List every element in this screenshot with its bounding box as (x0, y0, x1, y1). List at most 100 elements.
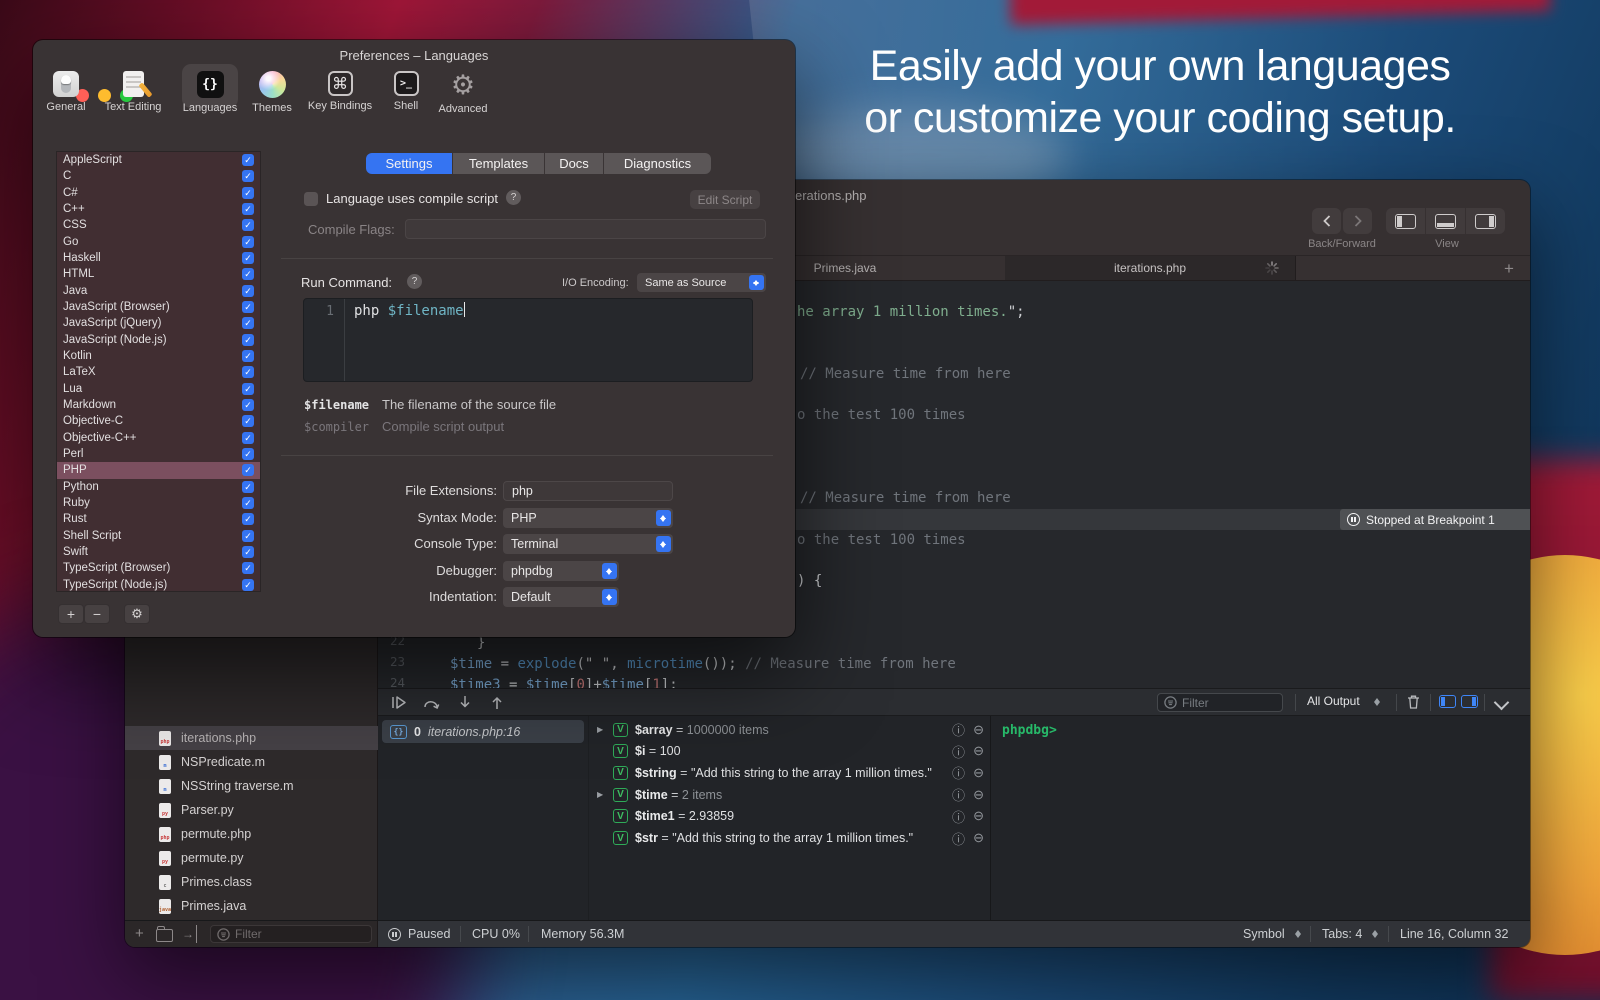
language-row[interactable]: Go✓ (57, 234, 260, 250)
variable-row[interactable]: ▶V$time = 2 itemsⓘ⊖ (589, 784, 991, 805)
info-icon[interactable]: ⓘ (952, 829, 965, 848)
new-tab-button[interactable]: + (1497, 257, 1521, 281)
language-checkbox[interactable]: ✓ (242, 334, 254, 346)
symbol-select[interactable]: Symbol (1243, 927, 1285, 941)
language-checkbox[interactable]: ✓ (242, 285, 254, 297)
info-icon[interactable]: ⓘ (952, 763, 965, 782)
help-icon[interactable]: ? (407, 274, 422, 289)
edit-script-button[interactable]: Edit Script (690, 190, 760, 209)
language-checkbox[interactable]: ✓ (242, 366, 254, 378)
language-checkbox[interactable]: ✓ (242, 252, 254, 264)
debug-console[interactable]: phpdbg> (990, 716, 1530, 920)
tab-docs[interactable]: Docs (545, 153, 603, 174)
step-into-button[interactable] (456, 694, 474, 716)
disclosure-triangle-icon[interactable]: ▶ (597, 790, 603, 799)
tab-diagnostics[interactable]: Diagnostics (604, 153, 711, 174)
remove-watch-icon[interactable]: ⊖ (973, 830, 984, 846)
language-checkbox[interactable]: ✓ (242, 219, 254, 231)
language-checkbox[interactable]: ✓ (242, 432, 254, 444)
language-row[interactable]: Haskell✓ (57, 250, 260, 266)
remove-watch-icon[interactable]: ⊖ (973, 808, 984, 824)
language-checkbox[interactable]: ✓ (242, 317, 254, 329)
language-row[interactable]: LaTeX✓ (57, 364, 260, 380)
language-checkbox[interactable]: ✓ (242, 448, 254, 460)
step-over-button[interactable] (422, 694, 442, 716)
tabs-select[interactable]: Tabs: 4 (1322, 927, 1362, 941)
language-row[interactable]: JavaScript (Browser)✓ (57, 299, 260, 315)
info-icon[interactable]: ⓘ (952, 807, 965, 826)
language-row[interactable]: Java✓ (57, 283, 260, 299)
toggle-left-pane-button[interactable] (1439, 695, 1456, 708)
view-bottom-panel-button[interactable] (1426, 208, 1465, 234)
import-button[interactable]: → (182, 925, 197, 943)
language-checkbox[interactable]: ✓ (242, 268, 254, 280)
tab-iterations-php[interactable]: iterations.php (1005, 256, 1296, 280)
file-row[interactable]: pyParser.py (125, 798, 378, 822)
remove-watch-icon[interactable]: ⊖ (973, 765, 984, 781)
language-checkbox[interactable]: ✓ (242, 464, 254, 476)
console-type-popup[interactable]: Terminal (503, 534, 673, 554)
help-icon[interactable]: ? (506, 190, 521, 205)
language-checkbox[interactable]: ✓ (242, 301, 254, 313)
toggle-right-pane-button[interactable] (1461, 695, 1478, 708)
variable-row[interactable]: V$str = "Add this string to the array 1 … (589, 828, 991, 849)
new-folder-button[interactable] (156, 929, 173, 947)
language-row[interactable]: Objective-C✓ (57, 413, 260, 429)
file-extensions-field[interactable]: php (503, 481, 673, 501)
add-file-button[interactable]: + (135, 925, 144, 943)
file-row[interactable]: cPrimes.class (125, 870, 378, 894)
variable-row[interactable]: V$i = 100ⓘ⊖ (589, 741, 991, 762)
language-checkbox[interactable]: ✓ (242, 399, 254, 411)
compile-flags-field[interactable] (405, 219, 766, 239)
syntax-mode-popup[interactable]: PHP (503, 508, 673, 528)
info-icon[interactable]: ⓘ (952, 720, 965, 739)
remove-watch-icon[interactable]: ⊖ (973, 743, 984, 759)
step-out-button[interactable] (488, 694, 506, 716)
file-row[interactable]: phppermute.php (125, 822, 378, 846)
file-row[interactable]: mNSString traverse.m (125, 774, 378, 798)
language-checkbox[interactable]: ✓ (242, 170, 254, 182)
file-row[interactable]: javaPrimes.java (125, 894, 378, 918)
language-checkbox[interactable]: ✓ (242, 350, 254, 362)
indentation-popup[interactable]: Default (503, 587, 619, 607)
output-mode-select[interactable]: All Output (1307, 694, 1360, 708)
language-row[interactable]: JavaScript (Node.js)✓ (57, 332, 260, 348)
file-row[interactable]: pypermute.py (125, 846, 378, 870)
debugger-popup[interactable]: phpdbg (503, 561, 619, 581)
remove-watch-icon[interactable]: ⊖ (973, 787, 984, 803)
collapse-console-button[interactable] (1494, 695, 1510, 711)
language-actions-button[interactable]: ⚙ (124, 604, 150, 624)
view-left-panel-button[interactable] (1386, 208, 1425, 234)
stack-frame-row[interactable]: {} 0 iterations.php:16 (382, 720, 584, 743)
language-checkbox[interactable]: ✓ (242, 383, 254, 395)
forward-button[interactable] (1343, 208, 1372, 234)
language-row[interactable]: C++✓ (57, 201, 260, 217)
variable-row[interactable]: V$string = "Add this string to the array… (589, 762, 991, 783)
view-right-panel-button[interactable] (1466, 208, 1505, 234)
prefs-toolbar-advanced[interactable]: ⚙Advanced (418, 64, 508, 122)
language-row[interactable]: AppleScript✓ (57, 152, 260, 168)
clear-console-button[interactable] (1406, 694, 1421, 715)
language-row[interactable]: PHP✓ (57, 462, 260, 478)
variable-row[interactable]: V$time1 = 2.93859ⓘ⊖ (589, 806, 991, 827)
run-command-editor[interactable]: 1 php $filename (303, 298, 753, 382)
add-language-button[interactable]: + (58, 604, 84, 624)
language-row[interactable]: CSS✓ (57, 217, 260, 233)
file-filter-field[interactable]: Filter (210, 925, 372, 943)
language-checkbox[interactable]: ✓ (242, 497, 254, 509)
language-row[interactable]: JavaScript (jQuery)✓ (57, 315, 260, 331)
language-row[interactable]: Perl✓ (57, 446, 260, 462)
language-checkbox[interactable]: ✓ (242, 236, 254, 248)
compile-script-checkbox[interactable] (304, 192, 318, 206)
language-row[interactable]: C#✓ (57, 185, 260, 201)
language-row[interactable]: Lua✓ (57, 381, 260, 397)
language-row[interactable]: C✓ (57, 168, 260, 184)
language-row[interactable]: Kotlin✓ (57, 348, 260, 364)
language-row[interactable]: Markdown✓ (57, 397, 260, 413)
language-checkbox[interactable]: ✓ (242, 415, 254, 427)
info-icon[interactable]: ⓘ (952, 742, 965, 761)
back-button[interactable] (1312, 208, 1341, 234)
language-checkbox[interactable]: ✓ (242, 203, 254, 215)
disclosure-triangle-icon[interactable]: ▶ (597, 725, 603, 734)
remove-watch-icon[interactable]: ⊖ (973, 722, 984, 738)
